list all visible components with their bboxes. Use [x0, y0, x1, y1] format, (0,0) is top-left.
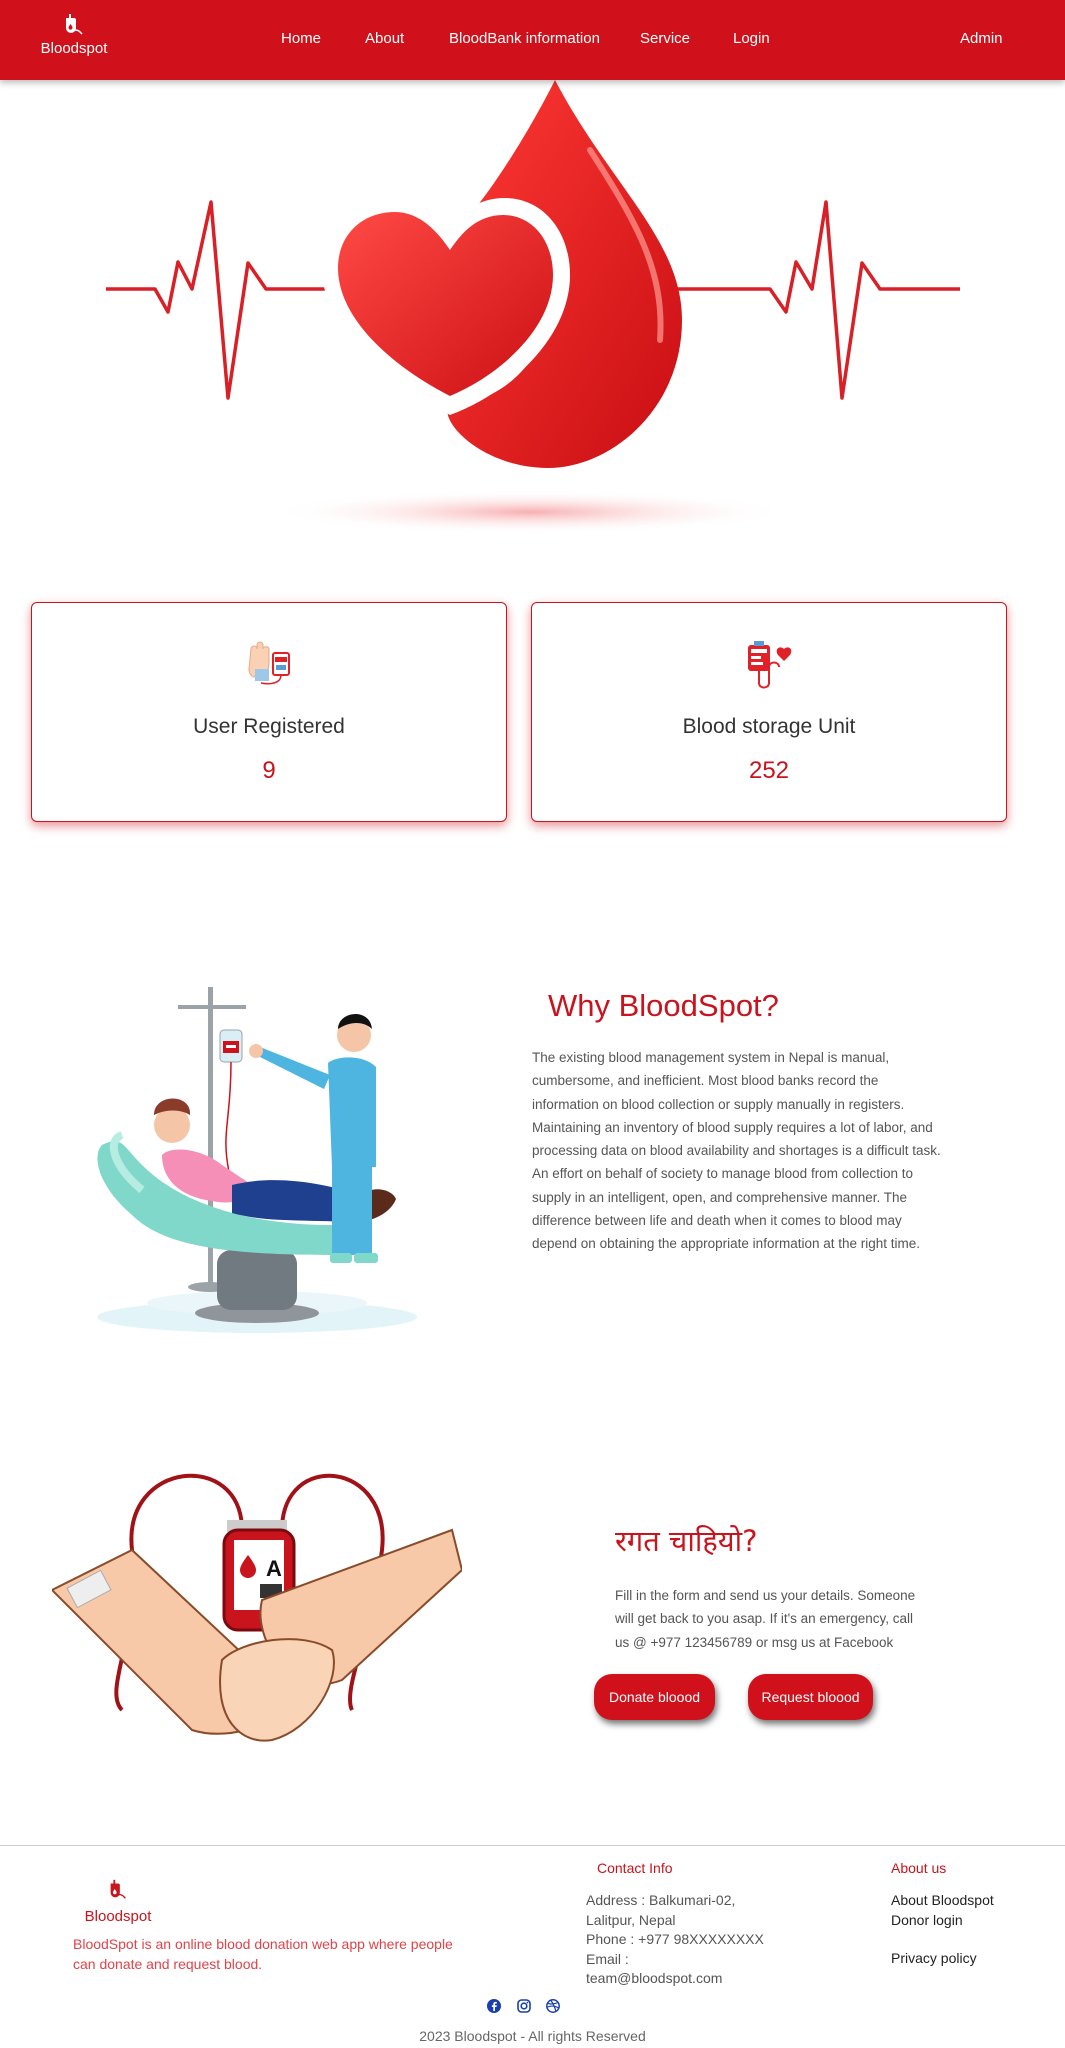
brand-name: Bloodspot [40, 40, 108, 57]
nav-admin-link[interactable]: Admin [960, 30, 1003, 47]
why-line: information on blood collection or suppl… [532, 1096, 905, 1112]
hand-donation-icon [248, 641, 290, 685]
tagline-line: BloodSpot is an online blood donation we… [73, 1936, 453, 1952]
blood-bag-icon [748, 641, 792, 689]
why-line: depend on obtaining the appropriate info… [532, 1236, 921, 1252]
stat-card-users: User Registered 9 [31, 602, 507, 822]
copyright-text: 2023 Bloodspot - All rights Reserved [419, 2028, 646, 2044]
blood-bag-logo-icon [110, 1879, 126, 1899]
blood-donation-illustration [97, 987, 417, 1333]
nav-home-link[interactable]: Home [281, 30, 321, 47]
why-line: Maintaining an inventory of blood supply… [532, 1119, 933, 1135]
donor-login-link[interactable]: Donor login [891, 1911, 994, 1931]
stat-value: 252 [748, 757, 790, 784]
why-line: supply in an intelligent, open, and comp… [532, 1189, 907, 1205]
why-line: processing data on blood availability an… [532, 1143, 941, 1159]
why-line: The existing blood management system in … [532, 1050, 890, 1065]
facebook-icon[interactable] [486, 1998, 502, 2014]
dribbble-icon[interactable] [545, 1998, 561, 2014]
navbar: Bloodspot Home About BloodBank informati… [0, 0, 1065, 80]
hero-illustration [0, 80, 1065, 550]
nav-login-link[interactable]: Login [733, 30, 770, 47]
footer-divider [0, 1845, 1065, 1846]
contact-title: Contact Info [597, 1860, 673, 1876]
contact-info: Address : Balkumari-02, Lalitpur, Nepal … [586, 1891, 786, 1989]
why-line: cumbersome, and inefficient. Most blood … [532, 1073, 879, 1089]
donate-blood-button[interactable]: Donate bloood [594, 1674, 715, 1720]
contact-email[interactable]: team@bloodspot.com [586, 1969, 786, 1989]
blood-bag-logo-icon [66, 14, 83, 35]
stat-label: Blood storage Unit [682, 715, 856, 738]
heart-blood-drop-icon [106, 80, 960, 534]
stat-label: User Registered [193, 715, 345, 738]
about-links: About Bloodspot Donor login Privacy poli… [891, 1891, 994, 1969]
request-blood-button[interactable]: Request bloood [748, 1674, 873, 1720]
why-title: Why BloodSpot? [548, 988, 779, 1023]
need-line: Fill in the form and send us your detail… [615, 1588, 916, 1603]
privacy-policy-link[interactable]: Privacy policy [891, 1949, 994, 1969]
about-title: About us [891, 1860, 947, 1876]
why-line: difference between life and death when i… [532, 1213, 902, 1229]
need-line: will get back to you asap. If it's an em… [615, 1611, 913, 1627]
nav-bloodbank-link[interactable]: BloodBank information [449, 30, 600, 47]
about-bloodspot-link[interactable]: About Bloodspot [891, 1891, 994, 1911]
stat-card-storage: Blood storage Unit 252 [531, 602, 1007, 822]
contact-line: Address : Balkumari-02, [586, 1892, 736, 1908]
need-line: us @ +977 123456789 or msg us at Faceboo… [615, 1634, 894, 1650]
footer-tagline: BloodSpot is an online blood donation we… [73, 1935, 493, 1974]
handshake-blood-bag-illustration: A [52, 1473, 462, 1742]
why-line: An effort on behalf of society to manage… [532, 1166, 913, 1182]
brand-logo[interactable]: Bloodspot [34, 12, 114, 57]
stat-value: 9 [262, 757, 276, 784]
contact-line: Email : [586, 1950, 629, 1967]
footer-brand[interactable]: Bloodspot [78, 1877, 158, 1925]
need-paragraph: Fill in the form and send us your detail… [615, 1584, 975, 1654]
why-paragraph: The existing blood management system in … [532, 1046, 1002, 1256]
footer-brand-name: Bloodspot [84, 1908, 152, 1925]
nav-about-link[interactable]: About [365, 30, 404, 47]
svg-text:A: A [266, 1556, 282, 1581]
contact-line: Lalitpur, Nepal [586, 1911, 676, 1928]
instagram-icon[interactable] [516, 1998, 532, 2014]
nav-service-link[interactable]: Service [640, 30, 690, 47]
tagline-line: can donate and request blood. [73, 1955, 263, 1972]
need-title: रगत चाहियो? [615, 1524, 758, 1558]
contact-line: Phone : +977 98XXXXXXXX [586, 1931, 764, 1947]
